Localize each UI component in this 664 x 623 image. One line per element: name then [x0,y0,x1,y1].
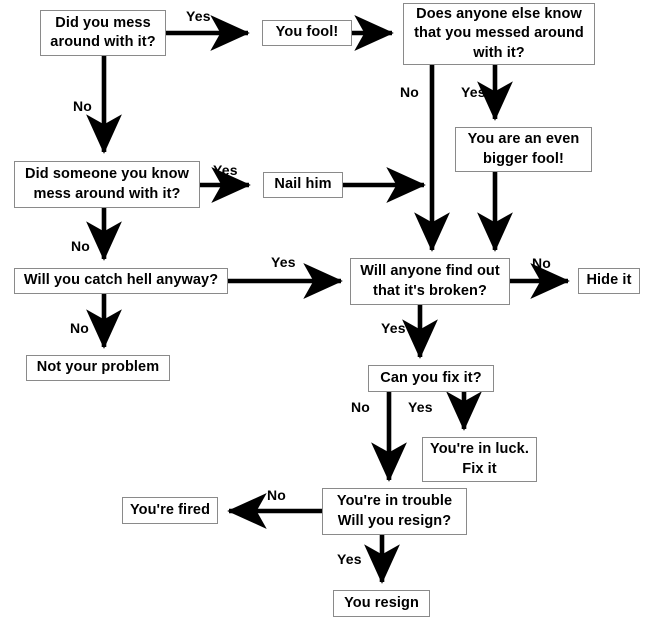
edge-label: No [73,98,93,114]
edge-label: Yes [461,84,486,100]
edge-label: No [71,238,91,254]
edge-label: Yes [337,551,362,567]
edge-label: No [351,399,371,415]
edge-label: Yes [186,8,211,24]
flow-node-n6[interactable]: Nail him [263,172,343,198]
edge-label: Yes [408,399,433,415]
edge-label: No [70,320,90,336]
edge-label: Yes [271,254,296,270]
flow-node-n10[interactable]: Not your problem [26,355,170,381]
edge-label: No [400,84,420,100]
flow-node-n14[interactable]: You're in trouble Will you resign? [322,488,467,535]
edge-label: Yes [381,320,406,336]
flow-node-n13[interactable]: You're fired [122,497,218,524]
flow-node-n9[interactable]: Hide it [578,268,640,294]
flowchart-canvas: Did you mess around with it? You fool! Does… [0,0,664,623]
flow-node-n7[interactable]: Will you catch hell anyway? [14,268,228,294]
flow-node-n8[interactable]: Will anyone find out that it's broken? [350,258,510,305]
flow-node-n15[interactable]: You resign [333,590,430,617]
edge-label: No [532,255,552,271]
flow-node-n2[interactable]: You fool! [262,20,352,46]
flow-node-n11[interactable]: Can you fix it? [368,365,494,392]
edge-label: Yes [213,162,238,178]
flow-node-n4[interactable]: You are an even bigger fool! [455,127,592,172]
flow-node-n5[interactable]: Did someone you know mess around with it? [14,161,200,208]
flow-node-n3[interactable]: Does anyone else know that you messed aro… [403,3,595,65]
edge-label: No [267,487,287,503]
flow-node-n1[interactable]: Did you mess around with it? [40,10,166,56]
flow-node-n12[interactable]: You're in luck. Fix it [422,437,537,482]
